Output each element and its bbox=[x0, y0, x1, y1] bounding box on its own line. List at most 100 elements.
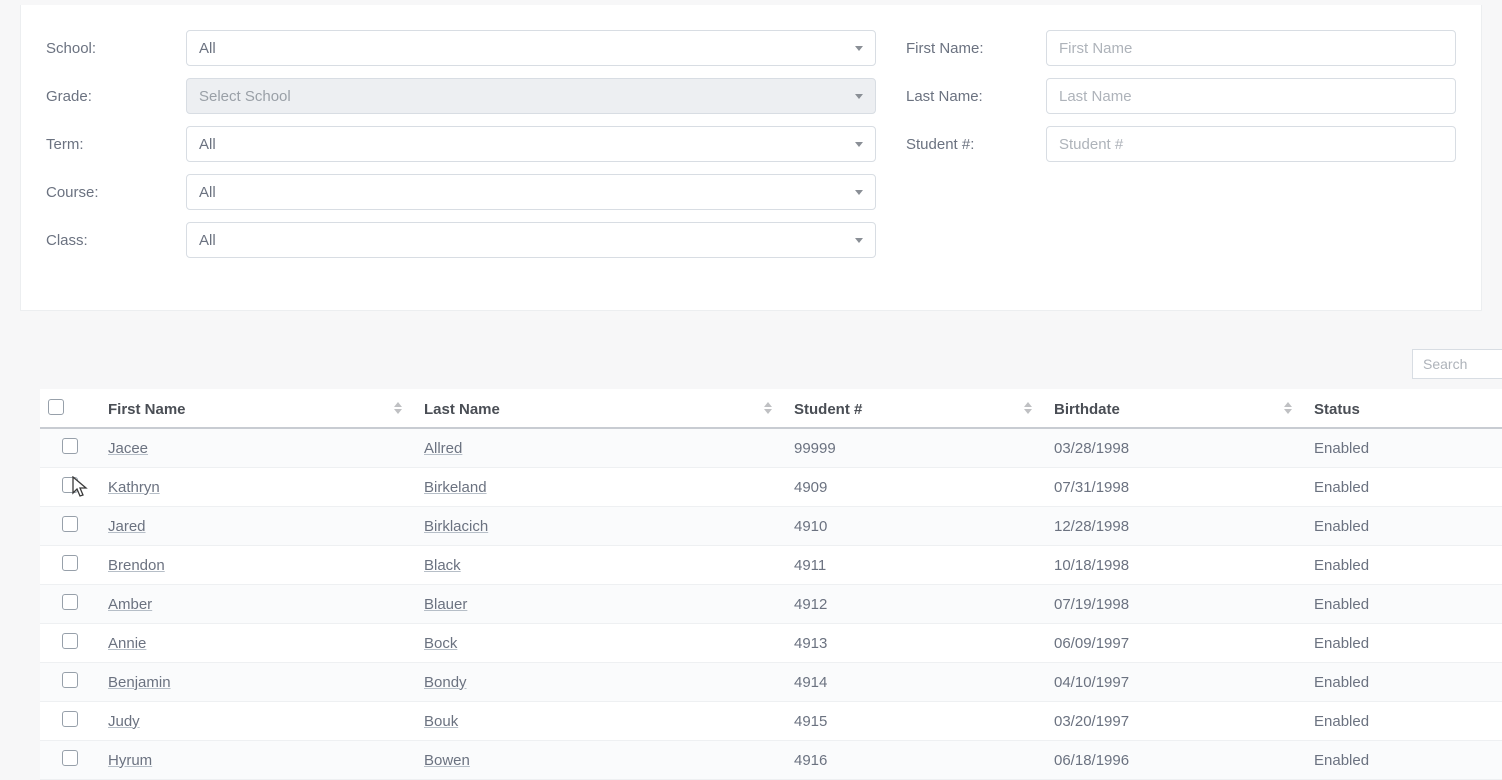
sort-icon bbox=[764, 402, 772, 414]
student-no-cell: 4909 bbox=[786, 468, 1046, 507]
first-name-link[interactable]: Hyrum bbox=[108, 752, 152, 769]
birthdate-cell: 04/10/1997 bbox=[1046, 663, 1306, 702]
table-header-row: First Name Last Name Student # Birthdate… bbox=[40, 389, 1502, 428]
search-input[interactable] bbox=[1412, 349, 1502, 379]
row-checkbox[interactable] bbox=[62, 555, 78, 571]
filter-row-course: Course: All bbox=[46, 174, 876, 210]
row-checkbox[interactable] bbox=[62, 516, 78, 532]
filter-row-student-no: Student #: bbox=[906, 126, 1456, 162]
term-label: Term: bbox=[46, 136, 186, 153]
search-wrap bbox=[0, 349, 1502, 379]
last-name-link[interactable]: Birklacich bbox=[424, 518, 488, 535]
last-name-link[interactable]: Bock bbox=[424, 635, 457, 652]
last-name-link[interactable]: Allred bbox=[424, 440, 462, 457]
row-checkbox[interactable] bbox=[62, 438, 78, 454]
status-cell: Enabled bbox=[1306, 663, 1502, 702]
birthdate-cell: 03/28/1998 bbox=[1046, 428, 1306, 468]
chevron-down-icon bbox=[855, 190, 863, 195]
school-label: School: bbox=[46, 40, 186, 57]
last-name-link[interactable]: Bowen bbox=[424, 752, 470, 769]
first-name-link[interactable]: Judy bbox=[108, 713, 140, 730]
status-cell: Enabled bbox=[1306, 624, 1502, 663]
row-checkbox[interactable] bbox=[62, 672, 78, 688]
student-no-cell: 4915 bbox=[786, 702, 1046, 741]
filter-column-right: First Name: Last Name: Student #: bbox=[906, 30, 1456, 270]
first-name-link[interactable]: Kathryn bbox=[108, 479, 160, 496]
header-first-name[interactable]: First Name bbox=[100, 389, 416, 428]
status-cell: Enabled bbox=[1306, 702, 1502, 741]
first-name-link[interactable]: Amber bbox=[108, 596, 152, 613]
student-no-input[interactable] bbox=[1046, 126, 1456, 162]
header-status[interactable]: Status bbox=[1306, 389, 1502, 428]
course-select[interactable]: All bbox=[186, 174, 876, 210]
last-name-link[interactable]: Birkeland bbox=[424, 479, 487, 496]
first-name-link[interactable]: Annie bbox=[108, 635, 146, 652]
filter-panel: School: All Grade: Select School Term: A… bbox=[20, 5, 1482, 311]
header-birthdate[interactable]: Birthdate bbox=[1046, 389, 1306, 428]
header-last-name-label: Last Name bbox=[424, 401, 500, 418]
status-cell: Enabled bbox=[1306, 428, 1502, 468]
sort-icon bbox=[1024, 402, 1032, 414]
first-name-input[interactable] bbox=[1046, 30, 1456, 66]
last-name-link[interactable]: Blauer bbox=[424, 596, 467, 613]
select-all-checkbox[interactable] bbox=[48, 399, 64, 415]
sort-icon bbox=[394, 402, 402, 414]
status-cell: Enabled bbox=[1306, 468, 1502, 507]
table-row: Jacee Allred 9999903/28/1998Enabled bbox=[40, 428, 1502, 468]
first-name-link[interactable]: Jacee bbox=[108, 440, 148, 457]
last-name-link[interactable]: Bouk bbox=[424, 713, 458, 730]
row-checkbox[interactable] bbox=[62, 750, 78, 766]
first-name-link[interactable]: Benjamin bbox=[108, 674, 171, 691]
status-cell: Enabled bbox=[1306, 585, 1502, 624]
row-checkbox[interactable] bbox=[62, 711, 78, 727]
table-row: Brendon Black 491110/18/1998Enabled bbox=[40, 546, 1502, 585]
birthdate-cell: 07/19/1998 bbox=[1046, 585, 1306, 624]
filter-row-class: Class: All bbox=[46, 222, 876, 258]
birthdate-cell: 07/31/1998 bbox=[1046, 468, 1306, 507]
class-label: Class: bbox=[46, 232, 186, 249]
class-select[interactable]: All bbox=[186, 222, 876, 258]
student-no-cell: 4913 bbox=[786, 624, 1046, 663]
filter-row-term: Term: All bbox=[46, 126, 876, 162]
student-no-cell: 4911 bbox=[786, 546, 1046, 585]
birthdate-cell: 12/28/1998 bbox=[1046, 507, 1306, 546]
filter-row-grade: Grade: Select School bbox=[46, 78, 876, 114]
school-select[interactable]: All bbox=[186, 30, 876, 66]
first-name-label: First Name: bbox=[906, 40, 1046, 57]
header-first-name-label: First Name bbox=[108, 401, 186, 418]
birthdate-cell: 03/20/1997 bbox=[1046, 702, 1306, 741]
table-row: Kathryn Birkeland 490907/31/1998Enabled bbox=[40, 468, 1502, 507]
student-no-label: Student #: bbox=[906, 136, 1046, 153]
last-name-link[interactable]: Black bbox=[424, 557, 461, 574]
filter-row-last-name: Last Name: bbox=[906, 78, 1456, 114]
grade-label: Grade: bbox=[46, 88, 186, 105]
student-no-cell: 4914 bbox=[786, 663, 1046, 702]
filter-column-left: School: All Grade: Select School Term: A… bbox=[46, 30, 876, 270]
last-name-link[interactable]: Bondy bbox=[424, 674, 467, 691]
chevron-down-icon bbox=[855, 238, 863, 243]
filter-row-school: School: All bbox=[46, 30, 876, 66]
header-student-no-label: Student # bbox=[794, 401, 862, 418]
grade-select-value: Select School bbox=[199, 88, 291, 105]
row-checkbox[interactable] bbox=[62, 477, 78, 493]
last-name-input[interactable] bbox=[1046, 78, 1456, 114]
table-row: Annie Bock 491306/09/1997Enabled bbox=[40, 624, 1502, 663]
table-row: JaredBirklacich491012/28/1998Enabled bbox=[40, 507, 1502, 546]
term-select[interactable]: All bbox=[186, 126, 876, 162]
row-checkbox[interactable] bbox=[62, 633, 78, 649]
header-last-name[interactable]: Last Name bbox=[416, 389, 786, 428]
birthdate-cell: 10/18/1998 bbox=[1046, 546, 1306, 585]
student-no-cell: 4910 bbox=[786, 507, 1046, 546]
header-student-no[interactable]: Student # bbox=[786, 389, 1046, 428]
header-checkbox-cell bbox=[40, 389, 100, 428]
first-name-link[interactable]: Jared bbox=[108, 518, 146, 535]
school-select-value: All bbox=[199, 40, 216, 57]
header-birthdate-label: Birthdate bbox=[1054, 401, 1120, 418]
class-select-value: All bbox=[199, 232, 216, 249]
student-no-cell: 99999 bbox=[786, 428, 1046, 468]
first-name-link[interactable]: Brendon bbox=[108, 557, 165, 574]
grade-select[interactable]: Select School bbox=[186, 78, 876, 114]
birthdate-cell: 06/09/1997 bbox=[1046, 624, 1306, 663]
status-cell: Enabled bbox=[1306, 546, 1502, 585]
row-checkbox[interactable] bbox=[62, 594, 78, 610]
